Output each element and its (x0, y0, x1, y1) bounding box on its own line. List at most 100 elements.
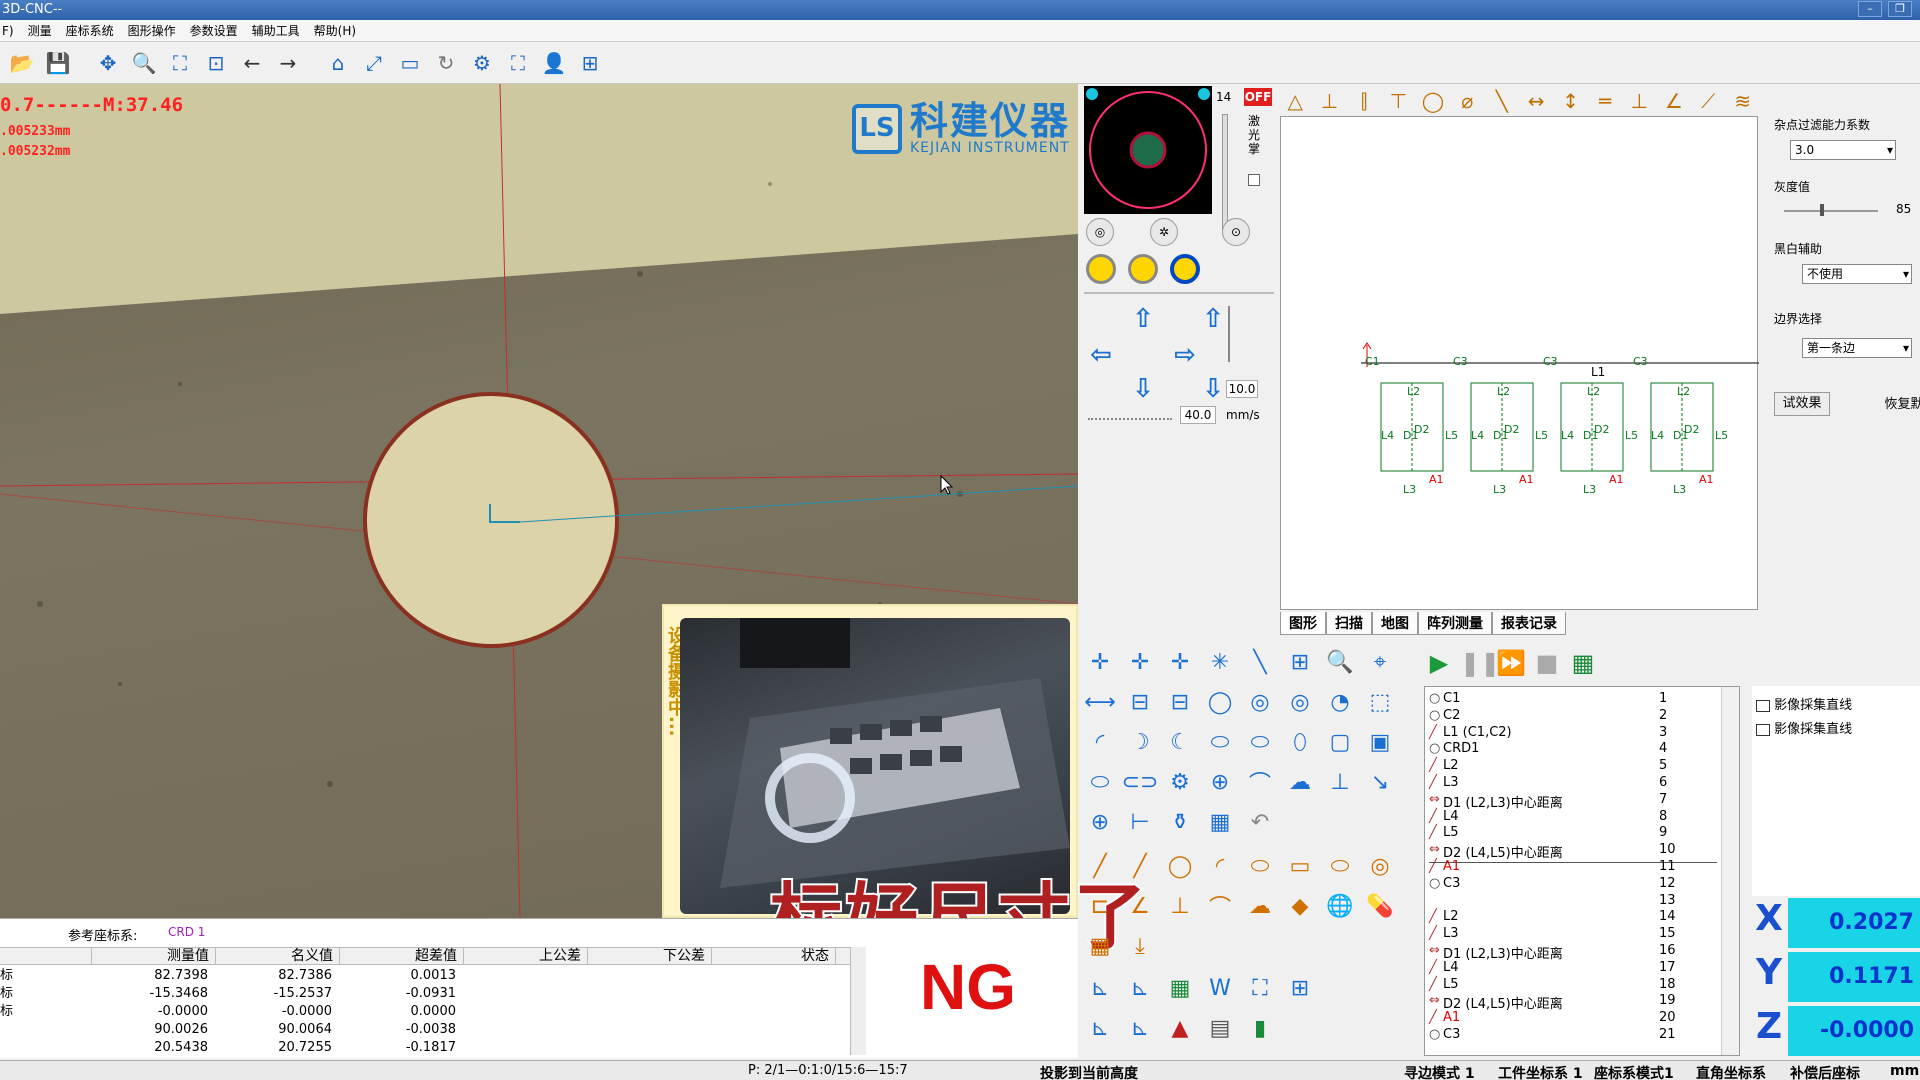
list-item[interactable]: ○ CRD1 4 (1425, 741, 1717, 757)
y-dim-icon[interactable]: ⊤ (1383, 87, 1413, 115)
rect-round-icon[interactable]: ▢ (1324, 726, 1356, 758)
list-item[interactable]: ○ C2 2 (1425, 708, 1717, 724)
restore-button[interactable]: ❐ (1888, 1, 1912, 17)
menu-graphics[interactable]: 图形操作 (128, 22, 176, 39)
menu-parameters[interactable]: 参数设置 (190, 22, 238, 39)
x-dim-icon[interactable]: ⫿ (1349, 87, 1379, 115)
list-item[interactable]: ○ C3 21 (1425, 1027, 1717, 1043)
diameter-icon[interactable]: ⌀ (1452, 87, 1482, 115)
feature-list-scrollbar[interactable] (1721, 687, 1739, 1055)
excel-icon[interactable]: ▦ (1164, 972, 1196, 1004)
ellipse-3-icon[interactable]: ⬯ (1284, 726, 1316, 758)
height-tool-icon[interactable]: ⊥ (1324, 766, 1356, 798)
slot-icon[interactable]: ⊟ (1124, 686, 1156, 718)
list-item[interactable]: ⇔ D1 (L2,L3)中心距离 7 (1425, 792, 1717, 811)
list-item[interactable]: ╱ L5 18 (1425, 977, 1717, 993)
tab-array[interactable]: 阵列测量 (1418, 612, 1492, 635)
perp-tool-icon[interactable]: ⊥ (1314, 87, 1344, 115)
forward-arrow-icon[interactable]: → (274, 49, 302, 77)
circle-ring-icon[interactable]: ◎ (1244, 686, 1276, 718)
menu-tools[interactable]: 辅助工具 (252, 22, 300, 39)
z-slider[interactable] (1228, 306, 1234, 362)
light-yellow-1-icon[interactable] (1086, 254, 1116, 284)
restore-default-button[interactable]: 恢复默 (1882, 394, 1920, 418)
table-row[interactable]: 标 -15.3468 -15.2537 -0.0931 (0, 985, 850, 1003)
cloud-tool-icon[interactable]: ☁ (1284, 766, 1316, 798)
col-lower-tol[interactable]: 下公差 (588, 948, 712, 964)
point-tool-icon[interactable]: ✛ (1084, 646, 1116, 678)
draw-ellipse-icon[interactable]: ⬭ (1244, 850, 1276, 882)
light-yellow-3-icon[interactable] (1170, 254, 1200, 284)
xy-speed-slider[interactable] (1088, 418, 1172, 420)
light-state-toggle[interactable]: OFF (1244, 88, 1272, 106)
list-item[interactable]: ╱ L3 15 (1425, 926, 1717, 942)
capsule-icon[interactable]: 💊 (1364, 890, 1396, 922)
bw-assist-select[interactable]: 不使用 (1802, 264, 1912, 284)
angle-draw-icon[interactable]: ∠ (1124, 890, 1156, 922)
point-snap-icon[interactable]: ✛ (1124, 646, 1156, 678)
list-item[interactable]: ⇔ D2 (L4,L5)中心距离 10 (1425, 842, 1717, 861)
minimize-button[interactable]: – (1858, 1, 1882, 17)
gear-tool-icon[interactable]: ⚙ (1164, 766, 1196, 798)
list-item[interactable]: ╱ L3 6 (1425, 775, 1717, 791)
list-item[interactable]: ╱ L2 5 (1425, 758, 1717, 774)
z-up-icon[interactable]: ⇧ (1198, 304, 1228, 334)
xy-speed-field[interactable]: 40.0 (1180, 406, 1216, 424)
menu-file[interactable]: F) (2, 24, 14, 38)
segment-light-icon[interactable]: ✲ (1150, 218, 1178, 246)
pdf-icon[interactable]: ▲ (1164, 1012, 1196, 1044)
line-tool-icon[interactable]: ╲ (1244, 646, 1276, 678)
menu-help[interactable]: 帮助(H) (314, 22, 356, 39)
circle-dash-icon[interactable]: ⬚ (1364, 686, 1396, 718)
circle-auto-icon[interactable]: ◎ (1284, 686, 1316, 718)
list-item[interactable]: 13 (1425, 893, 1717, 909)
list-item[interactable]: ○ C1 1 (1425, 691, 1717, 707)
slot-2-icon[interactable]: ⊟ (1164, 686, 1196, 718)
edge-select[interactable]: 第一条边 (1802, 338, 1912, 358)
arc-2-icon[interactable]: ☽ (1124, 726, 1156, 758)
graphic-canvas[interactable]: C1 C3 C3 C3 L1 L2 L2 L2 L2 L4 L4 L4 L4 D… (1280, 116, 1759, 610)
gray-slider-thumb[interactable] (1820, 204, 1824, 216)
eraser-icon[interactable]: ◆ (1284, 890, 1316, 922)
expand-icon[interactable]: ⤢ (360, 49, 388, 77)
point-add-icon[interactable]: ✛ (1164, 646, 1196, 678)
scan-tool-icon[interactable]: ↘ (1364, 766, 1396, 798)
height-draw-icon[interactable]: ⊥ (1164, 890, 1196, 922)
ellipse-2-icon[interactable]: ⬭ (1244, 726, 1276, 758)
status-rect-coord[interactable]: 直角坐标系 (1696, 1063, 1766, 1080)
cross-frame-icon[interactable]: ⊞ (1284, 972, 1316, 1004)
line-h-icon[interactable]: ⟷ (1084, 686, 1116, 718)
curve-tool-icon[interactable]: ⌒ (1244, 766, 1276, 798)
draw-ring-icon[interactable]: ◎ (1364, 850, 1396, 882)
arc-tool-icon[interactable]: ◜ (1084, 726, 1116, 758)
draw-rect-icon[interactable]: ▭ (1284, 850, 1316, 882)
pan-icon[interactable]: ✥ (94, 49, 122, 77)
menu-measure[interactable]: 测量 (28, 22, 52, 39)
plugin-icon[interactable]: ⊞ (576, 49, 604, 77)
table-row[interactable]: 标 82.7398 82.7386 0.0013 (0, 967, 850, 985)
target-tool-icon[interactable]: ⌖ (1364, 646, 1396, 678)
feature-list[interactable]: ○ C1 1 ○ C2 2 ╱ L1 (C1,C2) 3 ○ CRD1 4 ╱ L2 5 ╱ L3 6 ⇔ D1 (L… (1424, 686, 1740, 1056)
ellipse-4-icon[interactable]: ⬭ (1084, 766, 1116, 798)
col-status[interactable]: 状态 (712, 948, 836, 964)
angle-tool-icon[interactable]: △ (1280, 87, 1310, 115)
rect-tool-icon[interactable]: ▣ (1364, 726, 1396, 758)
draw-slot-icon[interactable]: ⬭ (1324, 850, 1356, 882)
download-icon[interactable]: ⤓ (1124, 930, 1156, 962)
status-comp-coord[interactable]: 补偿后座标 (1790, 1063, 1860, 1080)
report-icon[interactable]: ▤ (1204, 1012, 1236, 1044)
ring-light-icon[interactable]: ◎ (1086, 218, 1114, 246)
globe-icon[interactable]: 🌐 (1324, 890, 1356, 922)
back-arrow-icon[interactable]: ← (238, 49, 266, 77)
open-folder-icon[interactable]: 📂 (8, 49, 36, 77)
play-icon[interactable]: ▶ (1424, 648, 1454, 678)
jog-down-icon[interactable]: ⇩ (1128, 374, 1158, 404)
calc-draw-icon[interactable]: ▦ (1084, 930, 1116, 962)
status-coord-mode[interactable]: 座标系模式1 (1594, 1063, 1674, 1080)
list-item[interactable]: ╱ L4 17 (1425, 960, 1717, 976)
z-down-icon[interactable]: ⇩ (1198, 374, 1228, 404)
frame-icon[interactable]: ⛶ (1244, 972, 1276, 1004)
intersect-icon[interactable]: ✳ (1204, 646, 1236, 678)
list-item[interactable]: ⇔ D1 (L2,L3)中心距离 16 (1425, 943, 1717, 962)
export-sheet-icon[interactable]: ▦ (1568, 648, 1598, 678)
